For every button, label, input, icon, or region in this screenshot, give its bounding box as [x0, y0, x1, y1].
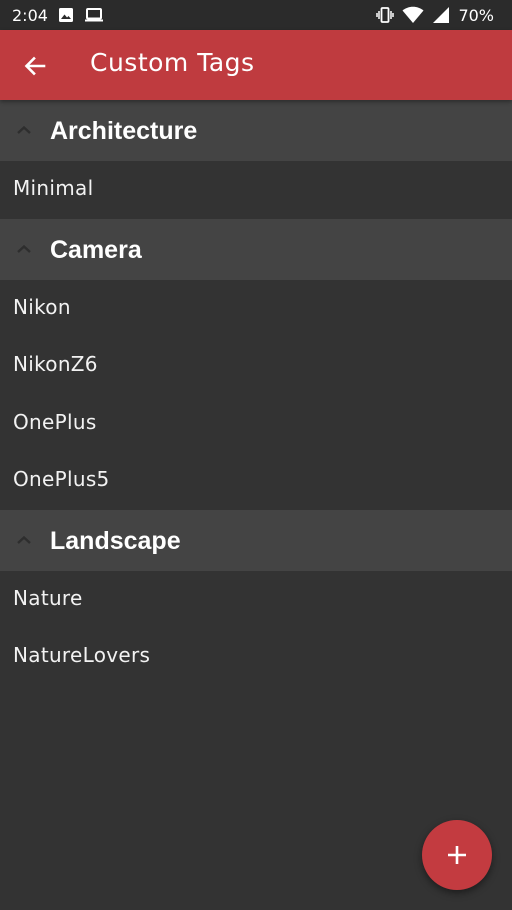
section-title: Camera: [50, 235, 142, 264]
page-title: Custom Tags: [90, 48, 255, 77]
wifi-icon: [402, 6, 424, 24]
tag-label: Nature: [13, 585, 83, 610]
arrow-left-icon: [23, 54, 47, 78]
tag-item[interactable]: OnePlus5: [0, 452, 512, 510]
screen: 2:04 70% Custom Tags Architecture Minima…: [0, 0, 512, 910]
status-bar: 2:04 70%: [0, 0, 512, 30]
section-header-architecture[interactable]: Architecture: [0, 100, 512, 161]
app-bar: Custom Tags: [0, 30, 512, 100]
plus-icon: [446, 844, 468, 866]
tag-label: OnePlus: [13, 409, 97, 434]
tag-label: Minimal: [13, 176, 94, 200]
tag-item[interactable]: Nature: [0, 571, 512, 629]
section-header-landscape[interactable]: Landscape: [0, 509, 512, 571]
section-title: Architecture: [50, 117, 198, 145]
status-time: 2:04: [12, 5, 48, 25]
status-right: 70%: [376, 0, 494, 30]
tag-item[interactable]: OnePlus: [0, 395, 512, 453]
image-icon: [58, 7, 74, 23]
chevron-up-icon: [14, 239, 34, 259]
tag-label: NatureLovers: [13, 643, 151, 667]
tag-item[interactable]: NatureLovers: [0, 628, 512, 686]
tag-label: Nikon: [13, 294, 71, 319]
vibrate-icon: [376, 6, 395, 24]
signal-icon: [432, 6, 450, 24]
add-tag-button[interactable]: [422, 820, 492, 890]
tag-item[interactable]: NikonZ6: [0, 337, 512, 395]
tag-item[interactable]: Minimal: [0, 161, 512, 219]
chevron-up-icon: [14, 120, 34, 140]
section-header-camera[interactable]: Camera: [0, 218, 512, 280]
tag-label: NikonZ6: [13, 352, 98, 376]
tag-item[interactable]: Nikon: [0, 280, 512, 338]
tag-label: OnePlus5: [13, 467, 110, 491]
section-title: Landscape: [50, 526, 181, 555]
tag-list: Architecture Minimal Camera Nikon NikonZ…: [0, 100, 512, 686]
status-left: 2:04: [12, 0, 104, 30]
back-button[interactable]: [14, 45, 56, 87]
battery-level: 70%: [458, 5, 494, 25]
laptop-icon: [84, 7, 104, 23]
chevron-up-icon: [14, 530, 34, 550]
